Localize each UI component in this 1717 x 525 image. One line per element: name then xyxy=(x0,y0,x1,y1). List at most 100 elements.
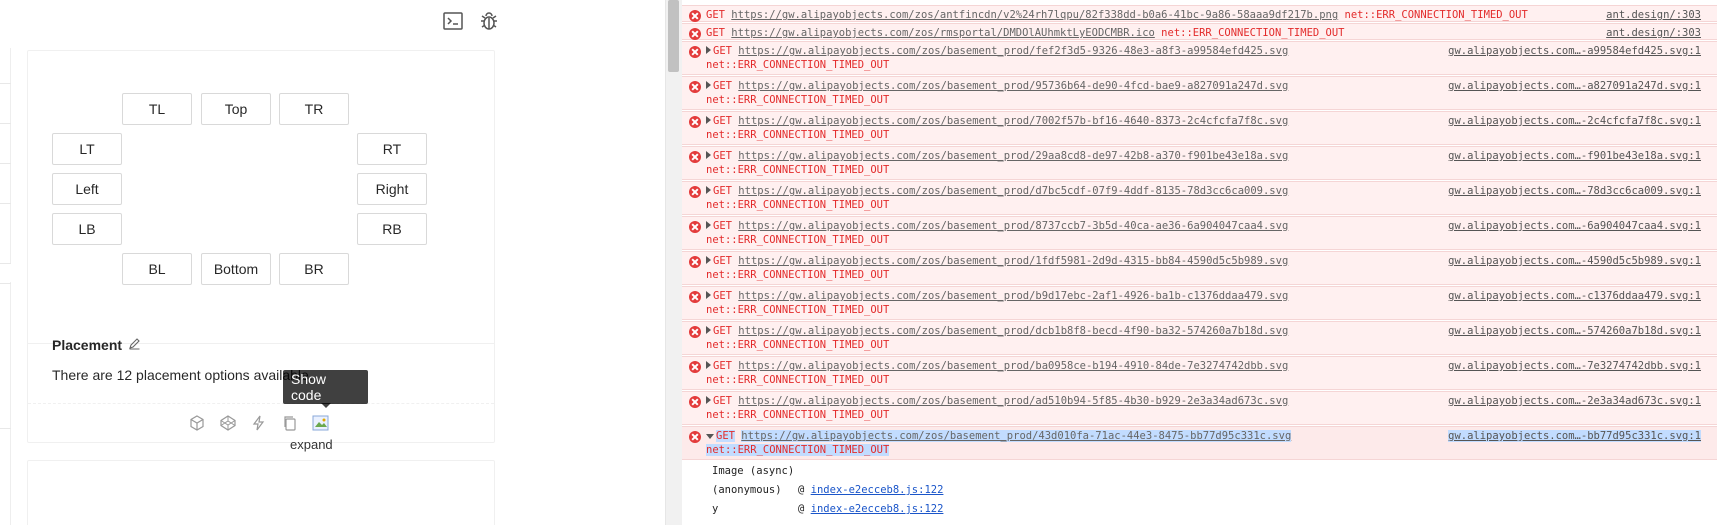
console-error-row[interactable]: GET https://gw.alipayobjects.com/zos/bas… xyxy=(682,111,1717,145)
request-url-link[interactable]: https://gw.alipayobjects.com/zos/basemen… xyxy=(738,115,1288,127)
code-actions xyxy=(188,414,330,432)
error-message: net::ERR_CONNECTION_TIMED_OUT xyxy=(706,269,890,281)
devtools-console: GET https://gw.alipayobjects.com/zos/ant… xyxy=(682,0,1717,525)
placement-button-top[interactable]: Top xyxy=(201,93,271,125)
request-url-link[interactable]: https://gw.alipayobjects.com/zos/antfinc… xyxy=(731,9,1338,21)
page-scrollbar-track[interactable] xyxy=(665,0,682,525)
console-error-row[interactable]: GET https://gw.alipayobjects.com/zos/ant… xyxy=(682,5,1717,22)
source-location-link[interactable]: gw.alipayobjects.com…-574260a7b18d.svg:1 xyxy=(1448,325,1701,337)
request-method: GET xyxy=(713,45,732,57)
request-url-link[interactable]: https://gw.alipayobjects.com/zos/basemen… xyxy=(738,45,1288,57)
error-icon xyxy=(689,431,701,443)
expand-triangle-icon[interactable] xyxy=(706,186,711,194)
placement-button-bottom[interactable]: Bottom xyxy=(201,253,271,285)
lightning-icon[interactable] xyxy=(250,414,268,432)
source-location-link[interactable]: gw.alipayobjects.com…-a99584efd425.svg:1 xyxy=(1448,45,1701,57)
placement-button-rb[interactable]: RB xyxy=(357,213,427,245)
expand-triangle-icon[interactable] xyxy=(706,256,711,264)
source-location-link[interactable]: gw.alipayobjects.com…-4590d5c5b989.svg:1 xyxy=(1448,255,1701,267)
source-location-link[interactable]: ant.design/:303 xyxy=(1606,27,1701,39)
request-url-link[interactable]: https://gw.alipayobjects.com/zos/basemen… xyxy=(738,290,1288,302)
expand-triangle-icon[interactable] xyxy=(706,81,711,89)
request-url-link[interactable]: https://gw.alipayobjects.com/zos/basemen… xyxy=(738,80,1288,92)
expand-triangle-icon[interactable] xyxy=(706,151,711,159)
source-location-link[interactable]: gw.alipayobjects.com…-a827091a247d.svg:1 xyxy=(1448,80,1701,92)
request-url-link[interactable]: https://gw.alipayobjects.com/zos/basemen… xyxy=(741,430,1292,442)
console-error-row[interactable]: GET https://gw.alipayobjects.com/zos/bas… xyxy=(682,181,1717,215)
codepen-icon[interactable] xyxy=(219,414,237,432)
terminal-icon[interactable] xyxy=(442,10,464,32)
source-location-link[interactable]: gw.alipayobjects.com…-c1376ddaa479.svg:1 xyxy=(1448,290,1701,302)
console-error-row[interactable]: GET https://gw.alipayobjects.com/zos/rms… xyxy=(682,23,1717,40)
placement-button-lt[interactable]: LT xyxy=(52,133,122,165)
error-icon xyxy=(689,291,701,303)
source-location-link[interactable]: gw.alipayobjects.com…-2c4cfcfa7f8c.svg:1 xyxy=(1448,115,1701,127)
stack-frame-function: y xyxy=(712,503,719,515)
error-icon xyxy=(689,46,701,58)
console-error-row[interactable]: GET https://gw.alipayobjects.com/zos/bas… xyxy=(682,356,1717,390)
expand-triangle-icon[interactable] xyxy=(706,396,711,404)
demo-title-text: Placement xyxy=(52,337,123,353)
request-method: GET xyxy=(713,185,732,197)
expand-triangle-icon[interactable] xyxy=(706,116,711,124)
expand-triangle-icon[interactable] xyxy=(706,221,711,229)
request-url-link[interactable]: https://gw.alipayobjects.com/zos/rmsport… xyxy=(731,27,1155,39)
next-demo-card xyxy=(27,460,495,525)
source-location-link[interactable]: gw.alipayobjects.com…-bb77d95c331c.svg:1 xyxy=(1448,430,1701,442)
source-location-link[interactable]: gw.alipayobjects.com…-6a904047caa4.svg:1 xyxy=(1448,220,1701,232)
expand-triangle-icon[interactable] xyxy=(706,326,711,334)
error-message: net::ERR_CONNECTION_TIMED_OUT xyxy=(1161,27,1345,39)
request-url-link[interactable]: https://gw.alipayobjects.com/zos/basemen… xyxy=(738,150,1288,162)
console-error-row[interactable]: GET https://gw.alipayobjects.com/zos/bas… xyxy=(682,251,1717,285)
copy-icon[interactable] xyxy=(281,414,299,432)
collapse-triangle-icon[interactable] xyxy=(706,434,714,439)
placement-button-br[interactable]: BR xyxy=(279,253,349,285)
console-error-row[interactable]: GET https://gw.alipayobjects.com/zos/bas… xyxy=(682,41,1717,75)
placement-button-tl[interactable]: TL xyxy=(122,93,192,125)
error-message: net::ERR_CONNECTION_TIMED_OUT xyxy=(706,234,890,246)
error-icon xyxy=(689,186,701,198)
request-url-link[interactable]: https://gw.alipayobjects.com/zos/basemen… xyxy=(738,220,1288,232)
placement-button-bl[interactable]: BL xyxy=(122,253,192,285)
source-location-link[interactable]: gw.alipayobjects.com…-f901be43e18a.svg:1 xyxy=(1448,150,1701,162)
console-message-line: GET https://gw.alipayobjects.com/zos/bas… xyxy=(706,430,1292,442)
request-url-link[interactable]: https://gw.alipayobjects.com/zos/basemen… xyxy=(738,395,1288,407)
request-method: GET xyxy=(713,395,732,407)
placement-button-rt[interactable]: RT xyxy=(357,133,427,165)
request-method: GET xyxy=(713,325,732,337)
placement-button-left[interactable]: Left xyxy=(52,173,122,205)
request-url-link[interactable]: https://gw.alipayobjects.com/zos/basemen… xyxy=(738,255,1288,267)
codesandbox-icon[interactable] xyxy=(188,414,206,432)
placement-button-right[interactable]: Right xyxy=(357,173,427,205)
console-error-row[interactable]: GET https://gw.alipayobjects.com/zos/bas… xyxy=(682,321,1717,355)
source-location-link[interactable]: gw.alipayobjects.com…-2e3a34ad673c.svg:1 xyxy=(1448,395,1701,407)
request-url-link[interactable]: https://gw.alipayobjects.com/zos/basemen… xyxy=(738,360,1288,372)
console-error-row[interactable]: GET https://gw.alipayobjects.com/zos/bas… xyxy=(682,216,1717,250)
console-error-row[interactable]: GET https://gw.alipayobjects.com/zos/bas… xyxy=(682,391,1717,425)
request-method: GET xyxy=(713,290,732,302)
expand-triangle-icon[interactable] xyxy=(706,46,711,54)
console-error-row[interactable]: GET https://gw.alipayobjects.com/zos/bas… xyxy=(682,286,1717,320)
source-location-link[interactable]: gw.alipayobjects.com…-78d3cc6ca009.svg:1 xyxy=(1448,185,1701,197)
error-message: net::ERR_CONNECTION_TIMED_OUT xyxy=(706,444,890,456)
console-error-row[interactable]: GET https://gw.alipayobjects.com/zos/bas… xyxy=(682,426,1717,460)
console-error-row[interactable]: GET https://gw.alipayobjects.com/zos/bas… xyxy=(682,146,1717,180)
error-message: net::ERR_CONNECTION_TIMED_OUT xyxy=(706,164,890,176)
stack-frame: (anonymous) @ index-e2ecceb8.js:122 xyxy=(712,484,943,496)
placement-button-lb[interactable]: LB xyxy=(52,213,122,245)
request-url-link[interactable]: https://gw.alipayobjects.com/zos/basemen… xyxy=(738,325,1288,337)
expand-triangle-icon[interactable] xyxy=(706,361,711,369)
stack-frame-link[interactable]: index-e2ecceb8.js:122 xyxy=(811,484,944,496)
broken-image-icon[interactable] xyxy=(312,414,330,432)
stack-frame-link[interactable]: index-e2ecceb8.js:122 xyxy=(811,503,944,515)
console-error-row[interactable]: GET https://gw.alipayobjects.com/zos/bas… xyxy=(682,76,1717,110)
page-scrollbar-thumb[interactable] xyxy=(668,0,679,72)
source-location-link[interactable]: gw.alipayobjects.com…-7e3274742dbb.svg:1 xyxy=(1448,360,1701,372)
placement-button-tr[interactable]: TR xyxy=(279,93,349,125)
placement-demo-card: TL Top TR LT RT Left Right LB RB BL Bott… xyxy=(27,50,495,443)
source-location-link[interactable]: ant.design/:303 xyxy=(1606,9,1701,21)
expand-triangle-icon[interactable] xyxy=(706,291,711,299)
bug-icon[interactable] xyxy=(478,10,500,32)
request-url-link[interactable]: https://gw.alipayobjects.com/zos/basemen… xyxy=(738,185,1288,197)
edit-icon[interactable] xyxy=(128,337,141,353)
